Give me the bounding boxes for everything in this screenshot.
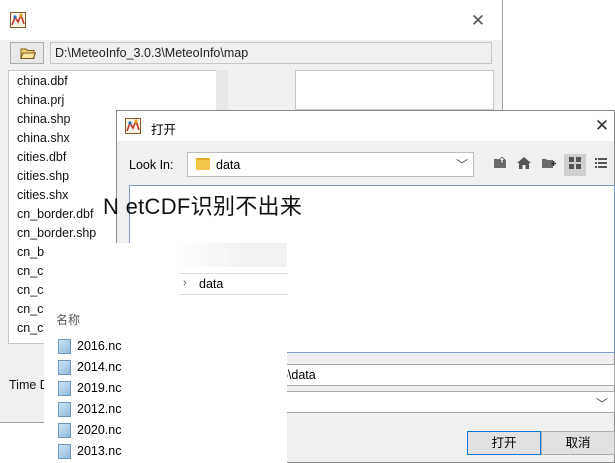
nc-file-icon: [58, 423, 71, 438]
tree-item-label: data: [199, 277, 224, 291]
dialog-titlebar: 打开 ✕: [117, 111, 614, 141]
chevron-right-icon: ›: [183, 277, 187, 289]
list-item[interactable]: china.shx: [17, 129, 70, 148]
list-item[interactable]: china.dbf: [17, 72, 68, 91]
app-icon: [10, 12, 26, 28]
dialog-title: 打开: [151, 123, 177, 137]
nc-file-icon: [58, 402, 71, 417]
list-item[interactable]: china.shp: [17, 110, 71, 129]
new-folder-icon[interactable]: [538, 154, 560, 176]
name-column-header[interactable]: 名称: [56, 311, 80, 328]
nc-file-icon: [58, 444, 71, 459]
path-field[interactable]: D:\MeteoInfo_3.0.3\MeteoInfo\map: [50, 42, 492, 64]
app-icon: [125, 118, 141, 134]
list-item[interactable]: cities.dbf: [17, 148, 66, 167]
look-in-dropdown[interactable]: data ﹀: [187, 152, 474, 177]
open-button[interactable]: 打开: [467, 431, 541, 455]
file-name: 2019.nc: [77, 381, 122, 395]
list-item[interactable]: china.prj: [17, 91, 64, 110]
nc-file-icon: [58, 339, 71, 354]
list-item[interactable]: cn_ci: [17, 300, 46, 319]
home-icon[interactable]: [513, 154, 535, 176]
file-name: 2013.nc: [77, 444, 122, 458]
list-view-icon[interactable]: [564, 154, 586, 176]
look-in-label: Look In:: [129, 158, 174, 172]
up-folder-icon[interactable]: [489, 154, 511, 176]
close-icon[interactable]: ✕: [466, 10, 490, 32]
list-item[interactable]: cn_border.dbf: [17, 205, 93, 224]
chevron-down-icon: ﹀: [595, 397, 608, 411]
nc-file-icon: [58, 381, 71, 396]
details-view-icon[interactable]: [590, 154, 612, 176]
list-item[interactable]: cities.shx: [17, 186, 68, 205]
file-name: 2016.nc: [77, 339, 122, 353]
open-folder-button[interactable]: [10, 42, 44, 64]
chevron-down-icon: ﹀: [456, 158, 469, 172]
time-label: Time D: [9, 378, 45, 392]
tree-item-data[interactable]: › data: [179, 273, 287, 295]
folder-icon: [196, 158, 210, 170]
preview-panel: [295, 70, 494, 110]
list-item[interactable]: cn_ci: [17, 319, 46, 338]
annotation-text: N etCDF识别不出来: [103, 194, 303, 219]
file-name-field[interactable]: 25\data: [269, 364, 615, 386]
fade-strip: [177, 243, 287, 267]
list-item[interactable]: cn_ci: [17, 262, 46, 281]
file-name: 2020.nc: [77, 423, 122, 437]
file-type-dropdown[interactable]: ﹀: [269, 391, 615, 413]
look-in-value: data: [216, 158, 241, 172]
file-name: 2012.nc: [77, 402, 122, 416]
file-name: 2014.nc: [77, 360, 122, 374]
close-icon[interactable]: ✕: [591, 115, 613, 137]
explorer-fragment: › data 名称 2016.nc 2014.nc 2019.nc 2012.n…: [44, 243, 287, 463]
list-item[interactable]: cn_border.shp: [17, 224, 96, 243]
list-item[interactable]: cities.shp: [17, 167, 69, 186]
map-window-titlebar: ✕: [0, 0, 502, 40]
cancel-button[interactable]: 取消: [541, 431, 615, 455]
list-item[interactable]: cn_ci: [17, 281, 46, 300]
open-folder-icon: [20, 48, 36, 59]
nc-file-icon: [58, 360, 71, 375]
